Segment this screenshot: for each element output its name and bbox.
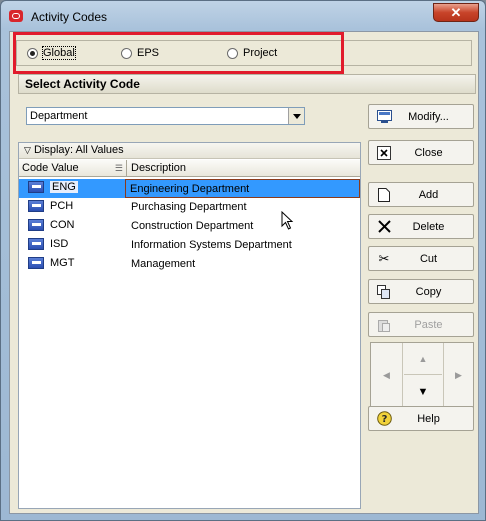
activity-code-values-grid: ▽ Display: All Values Code Value ☰ Descr… <box>18 142 361 509</box>
window-title: Activity Codes <box>31 10 108 24</box>
collapse-chevron-icon[interactable]: ▽ <box>24 145 31 155</box>
paste-icon <box>376 317 392 333</box>
help-icon: ? <box>376 411 392 427</box>
description-cell[interactable]: Purchasing Department <box>127 198 247 217</box>
title-bar[interactable]: Activity Codes ✕ <box>1 1 485 31</box>
table-row[interactable]: PCH Purchasing Department <box>19 198 360 217</box>
table-row[interactable]: MGT Management <box>19 255 360 274</box>
delete-button-label: Delete <box>412 220 445 233</box>
add-button[interactable]: Add <box>368 182 474 207</box>
modify-button[interactable]: Modify... <box>368 104 474 129</box>
code-value: CON <box>50 219 75 231</box>
modify-icon <box>376 109 392 125</box>
description-cell[interactable]: Management <box>127 255 195 274</box>
paste-button[interactable]: Paste <box>368 312 474 337</box>
oracle-app-icon <box>9 10 23 22</box>
close-dialog-icon <box>376 145 392 161</box>
table-row[interactable]: ENG Engineering Department <box>19 179 360 198</box>
code-cell[interactable]: CON <box>28 219 124 231</box>
code-cell[interactable]: ISD <box>28 238 124 250</box>
activity-code-icon <box>28 200 44 212</box>
description-cell[interactable]: Engineering Department <box>125 179 360 198</box>
column-sort-icon[interactable]: ☰ <box>115 160 123 176</box>
description-cell[interactable]: Information Systems Department <box>127 236 292 255</box>
code-value: PCH <box>50 200 74 212</box>
copy-button[interactable]: Copy <box>368 279 474 304</box>
help-button[interactable]: ? Help <box>368 406 474 431</box>
arrow-down-icon: ▼ <box>417 385 429 398</box>
code-value: ENG <box>50 181 78 193</box>
new-document-icon <box>376 187 392 203</box>
code-cell[interactable]: PCH <box>28 200 124 212</box>
grid-header-row: Code Value ☰ Description <box>19 160 360 177</box>
paste-button-label: Paste <box>414 318 443 331</box>
cut-button[interactable]: ✂ Cut <box>368 246 474 271</box>
description-cell[interactable]: Construction Department <box>127 217 253 236</box>
activity-code-icon <box>28 238 44 250</box>
move-left-button[interactable]: ◀ <box>371 343 403 407</box>
arrow-left-icon: ◀ <box>383 369 390 380</box>
activity-codes-window: Activity Codes ✕ Global EPS Project Sele… <box>0 0 486 521</box>
close-button[interactable]: Close <box>368 140 474 165</box>
scissors-icon: ✂ <box>378 250 390 266</box>
activity-code-icon <box>28 219 44 231</box>
delete-x-icon <box>376 219 392 235</box>
code-cell[interactable]: ENG <box>28 181 124 193</box>
dropdown-value: Department <box>30 110 88 122</box>
select-activity-code-header: Select Activity Code <box>18 74 476 94</box>
copy-button-label: Copy <box>415 285 442 298</box>
close-button-label: Close <box>414 146 443 159</box>
column-header-description[interactable]: Description <box>127 160 186 176</box>
help-button-label: Help <box>417 412 440 425</box>
display-filter-label: Display: All Values <box>33 144 124 156</box>
arrow-up-icon: ▲ <box>418 353 428 364</box>
svg-text:?: ? <box>381 414 387 425</box>
modify-button-label: Modify... <box>408 110 449 123</box>
dialog-client-area: Global EPS Project Select Activity Code … <box>9 31 479 514</box>
column-header-code-value[interactable]: Code Value ☰ <box>19 160 127 176</box>
activity-code-icon <box>28 181 44 193</box>
code-cell[interactable]: MGT <box>28 257 124 269</box>
display-filter[interactable]: ▽ Display: All Values <box>19 143 360 159</box>
move-right-button[interactable]: ▶ <box>443 343 473 407</box>
move-up-button[interactable]: ▲ <box>404 343 442 375</box>
copy-icon <box>376 284 392 300</box>
annotation-highlight-box <box>13 32 344 74</box>
column-header-code-value-label: Code Value <box>22 162 79 174</box>
chevron-down-icon[interactable] <box>288 108 304 124</box>
code-value: ISD <box>50 238 69 250</box>
arrow-right-icon: ▶ <box>455 369 462 380</box>
cut-button-label: Cut <box>419 252 438 265</box>
delete-button[interactable]: Delete <box>368 214 474 239</box>
table-row[interactable]: CON Construction Department <box>19 217 360 236</box>
mouse-cursor-icon <box>281 211 294 230</box>
add-button-label: Add <box>418 188 439 201</box>
move-down-button[interactable]: ▼ <box>404 376 442 407</box>
window-close-button[interactable]: ✕ <box>433 3 479 22</box>
move-navigation-pad: ◀ ▲ ▼ ▶ <box>370 342 474 408</box>
activity-code-icon <box>28 257 44 269</box>
activity-code-dropdown[interactable]: Department <box>26 107 305 125</box>
code-value: MGT <box>50 257 75 269</box>
table-row[interactable]: ISD Information Systems Department <box>19 236 360 255</box>
